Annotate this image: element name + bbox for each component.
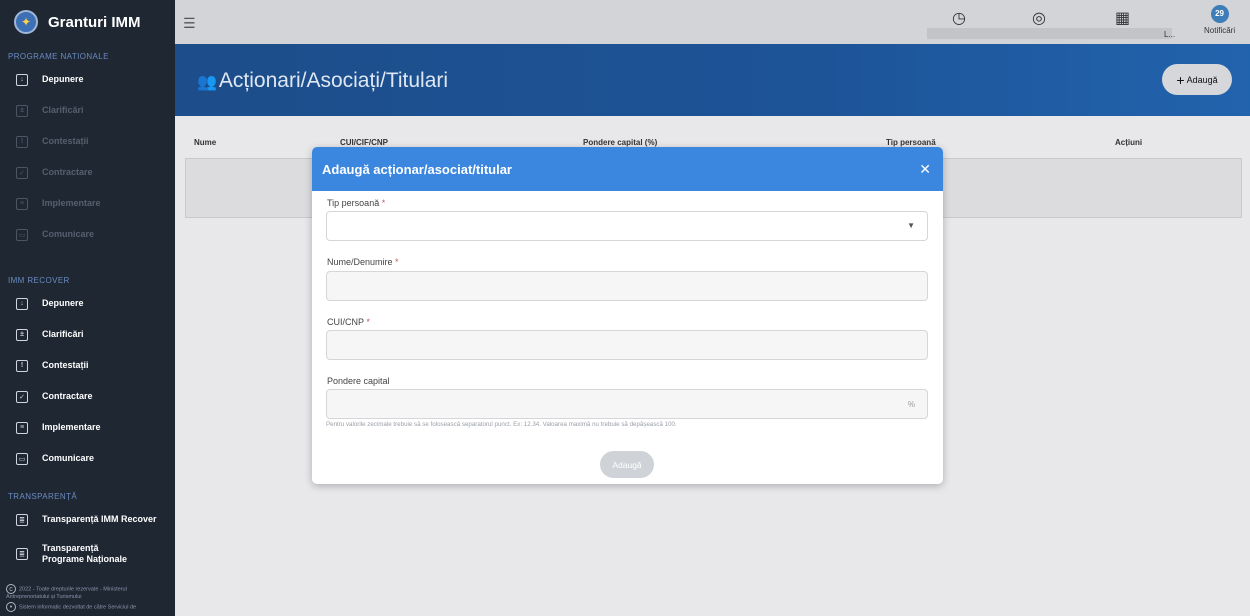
user-name-suffix: L... — [1164, 30, 1176, 39]
inbox-icon: ↓ — [16, 297, 28, 310]
pondere-input[interactable]: % — [326, 389, 928, 419]
pondere-label: Pondere capital — [327, 376, 390, 386]
sidebar-footer: c 2022 - Toate drepturile rezervate - Min… — [6, 584, 137, 612]
list-icon: ≣ — [16, 548, 28, 560]
pondere-hint: Pentru valorile zecimale trebuie să se f… — [326, 421, 677, 428]
document-icon: ≡ — [16, 197, 28, 210]
cui-label: CUI/CNP * — [327, 317, 370, 327]
modal-add-button[interactable]: Adaugă — [600, 451, 654, 478]
sidebar-item-clarificari[interactable]: ± Clarificări — [0, 319, 175, 350]
add-shareholder-button[interactable]: + Adaugă — [1162, 64, 1232, 95]
tip-persoana-label: Tip persoană * — [327, 198, 386, 208]
nume-input[interactable] — [326, 271, 928, 301]
brand[interactable]: ✦ Granturi IMM — [0, 0, 175, 44]
section-title-programe: PROGRAME NATIONALE — [8, 52, 109, 61]
clarify-icon: ± — [16, 104, 28, 117]
section-title-recover: IMM RECOVER — [8, 276, 70, 285]
list-icon: ≣ — [16, 513, 28, 526]
check-box-icon: ✓ — [16, 390, 28, 403]
sidebar-item-implementare-pn[interactable]: ≡ Implementare — [0, 188, 175, 219]
percent-suffix: % — [907, 400, 915, 409]
sidebar-item-implementare[interactable]: ≡ Implementare — [0, 412, 175, 443]
users-icon: 👥 — [197, 74, 217, 91]
modal-title: Adaugă acționar/asociat/titular — [322, 161, 512, 177]
service-logo-icon: • — [6, 602, 16, 612]
page-title: 👥Acționari/Asociați/Titulari — [197, 69, 449, 92]
sidebar-item-contestatii-pn[interactable]: ! Contestații — [0, 126, 175, 157]
chat-icon: ▭ — [16, 228, 28, 241]
column-nume: Nume — [194, 138, 217, 147]
chat-icon: ▭ — [16, 452, 28, 465]
sidebar-item-contractare[interactable]: ✓ Contractare — [0, 381, 175, 412]
column-cui: CUI/CIF/CNP — [340, 138, 388, 147]
user-name-bar[interactable] — [927, 28, 1172, 39]
inbox-icon: ↓ — [16, 73, 28, 86]
sidebar-item-contestatii[interactable]: ! Contestații — [0, 350, 175, 381]
sidebar: ✦ Granturi IMM PROGRAME NATIONALE ↓ Depu… — [0, 0, 175, 616]
sidebar-item-clarificari-pn[interactable]: ± Clarificări — [0, 95, 175, 126]
nume-label: Nume/Denumire * — [327, 257, 399, 267]
appeal-icon: ! — [16, 135, 28, 148]
clarify-icon: ± — [16, 328, 28, 341]
app-title: Granturi IMM — [48, 13, 141, 31]
sidebar-item-comunicare-pn[interactable]: ▭ Comunicare — [0, 219, 175, 250]
sidebar-item-transparenta-programe[interactable]: ≣ Transparență Programe Naționale — [0, 535, 175, 573]
bell-icon: 29 — [1210, 5, 1229, 23]
column-tip: Tip persoană — [886, 138, 936, 147]
section-title-transparenta: TRANSPARENȚĂ — [8, 492, 78, 501]
column-actiuni: Acțiuni — [1115, 138, 1143, 147]
building-icon[interactable]: ▦ — [1115, 8, 1130, 28]
add-shareholder-modal: Adaugă acționar/asociat/titular ✕ Tip pe… — [312, 147, 943, 484]
column-pondere: Pondere capital (%) — [583, 138, 658, 147]
page-header: 👥Acționari/Asociați/Titulari + Adaugă — [175, 44, 1250, 116]
clock-icon[interactable]: ◷ — [952, 8, 966, 28]
close-icon[interactable]: ✕ — [919, 161, 931, 178]
sidebar-item-contractare-pn[interactable]: ✓ Contractare — [0, 157, 175, 188]
sidebar-item-depunere[interactable]: ↓ Depunere — [0, 288, 175, 319]
document-icon: ≡ — [16, 421, 28, 434]
coat-of-arms-icon: ✦ — [14, 10, 38, 34]
sidebar-item-transparenta-recover[interactable]: ≣ Transparență IMM Recover — [0, 504, 175, 535]
notifications-label: Notificări — [1204, 26, 1236, 35]
sidebar-item-depunere-pn[interactable]: ↓ Depunere — [0, 64, 175, 95]
sidebar-item-comunicare[interactable]: ▭ Comunicare — [0, 443, 175, 474]
chevron-down-icon: ▼ — [907, 221, 915, 230]
plus-icon: + — [1176, 71, 1185, 88]
tip-persoana-select[interactable]: ▼ — [326, 211, 928, 241]
modal-header: Adaugă acționar/asociat/titular ✕ — [312, 147, 943, 191]
user-circle-icon[interactable]: ◎ — [1032, 8, 1046, 28]
notifications-button[interactable]: 29 Notificări — [1204, 5, 1235, 35]
topbar: ☰ ◷ ◎ ▦ L... 29 Notificări — [175, 0, 1250, 44]
appeal-icon: ! — [16, 359, 28, 372]
hamburger-icon[interactable]: ☰ — [183, 15, 196, 32]
cui-input[interactable] — [326, 330, 928, 360]
check-box-icon: ✓ — [16, 166, 28, 179]
copyright-icon: c — [6, 584, 16, 594]
